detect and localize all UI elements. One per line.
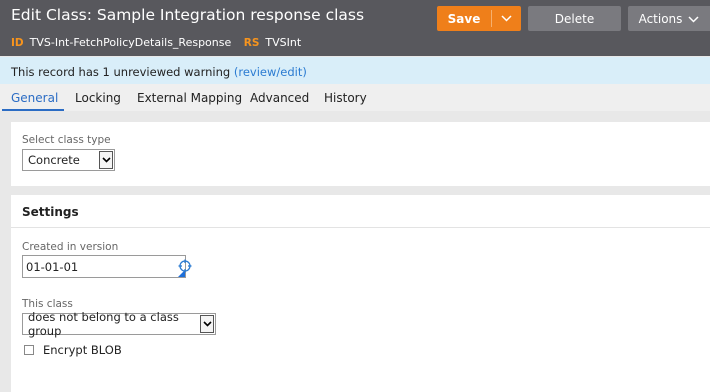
class-type-value: Concrete [28,153,80,167]
class-group-select[interactable]: does not belong to a class group [22,310,216,338]
tab-advanced[interactable]: Advanced [250,91,309,105]
tab-general[interactable]: General [11,91,58,105]
header-bar: Edit Class: Sample Integration response … [0,0,710,56]
encrypt-blob-label[interactable]: Encrypt BLOB [43,343,122,357]
warning-text: This record has 1 unreviewed warning [11,65,234,79]
record-meta: ID TVS-Int-FetchPolicyDetails_Response RS… [11,36,310,49]
created-version-value: 01-01-01 [26,260,79,274]
created-version-label: Created in version [22,241,119,253]
warning-banner: This record has 1 unreviewed warning (re… [0,57,710,84]
actions-label: Actions [638,11,683,26]
rs-value: TVSInt [265,36,302,49]
section-divider [11,227,710,228]
id-value: TVS-Int-FetchPolicyDetails_Response [29,36,232,49]
tab-bar: General Locking External Mapping Advance… [0,84,710,111]
tab-history[interactable]: History [324,91,367,105]
rs-tag: RS [243,37,260,49]
review-edit-link[interactable]: (review/edit) [234,65,307,79]
created-version-input[interactable]: 01-01-01 [22,255,186,278]
delete-button[interactable]: Delete [528,6,621,31]
class-type-panel: Select class type Concrete [11,122,710,186]
chevron-down-icon [99,151,113,169]
chevron-down-icon [200,315,214,333]
encrypt-blob-checkbox[interactable] [24,345,34,355]
class-type-select[interactable]: Concrete [22,149,115,171]
crosshair-icon[interactable] [178,259,192,273]
page-title: Edit Class: Sample Integration response … [11,6,365,24]
settings-panel: Settings Created in version 01-01-01 Thi… [11,195,710,392]
settings-title: Settings [22,205,79,219]
tab-locking[interactable]: Locking [75,91,121,105]
class-group-value: does not belong to a class group [28,310,179,338]
class-type-label: Select class type [22,134,111,146]
actions-button[interactable]: Actions [628,6,710,31]
id-tag: ID [11,37,24,49]
active-tab-indicator [2,109,64,111]
save-button[interactable]: Save [437,6,521,31]
tab-external-mapping[interactable]: External Mapping [137,91,242,105]
save-label: Save [447,11,481,26]
save-dropdown-icon[interactable] [492,15,521,22]
class-group-label: This class [22,298,73,310]
chevron-down-icon [688,12,699,26]
delete-label: Delete [554,11,595,26]
